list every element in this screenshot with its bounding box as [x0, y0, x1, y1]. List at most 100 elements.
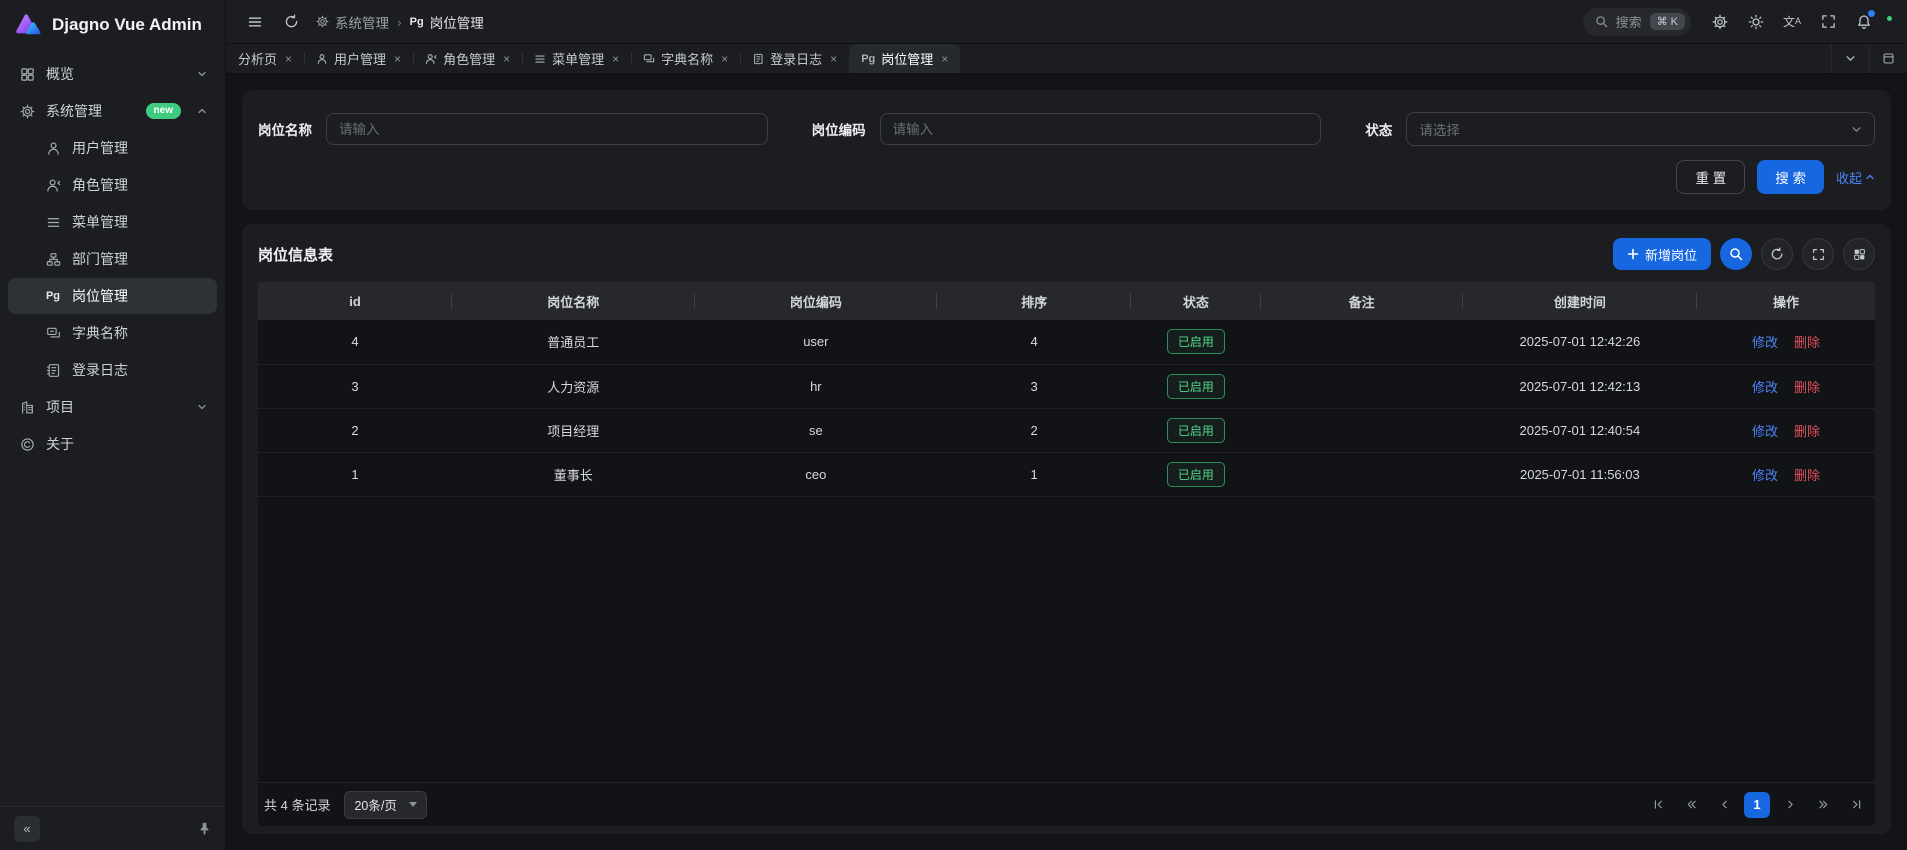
theme-light-icon[interactable] — [1741, 7, 1771, 37]
sidebar-item-departments[interactable]: 部门管理 — [8, 241, 217, 277]
logo-row[interactable]: Djagno Vue Admin — [0, 0, 225, 50]
refresh-icon[interactable] — [276, 7, 306, 37]
last-page-button[interactable] — [1843, 792, 1869, 818]
maximize-content-icon[interactable] — [1869, 44, 1907, 73]
toggle-search-button[interactable] — [1720, 238, 1752, 270]
status-select[interactable]: 请选择 — [1406, 112, 1875, 146]
position-code-input[interactable] — [880, 113, 1322, 145]
cell-code: user — [695, 320, 938, 364]
previous-page-button[interactable] — [1711, 792, 1737, 818]
menu-icon — [44, 215, 62, 230]
delete-link[interactable]: 删除 — [1794, 424, 1820, 439]
filter-form: 岗位名称 岗位编码 状态 请选择 — [258, 112, 1875, 146]
columns-icon — [1853, 248, 1866, 261]
tab-analysis[interactable]: 分析页 × — [226, 44, 304, 73]
sidebar-item-users[interactable]: 用户管理 — [8, 130, 217, 166]
records-total: 共 4 条记录 — [264, 795, 330, 814]
table-zone: id 岗位名称 岗位编码 排序 状态 备注 创建时间 操作 — [258, 282, 1875, 826]
sidebar-nav: 概览 系统管理 new — [0, 50, 225, 806]
forward-5-pages-button[interactable] — [1810, 792, 1836, 818]
add-position-button[interactable]: 新增岗位 — [1613, 238, 1711, 270]
column-settings-button[interactable] — [1843, 238, 1875, 270]
sidebar-item-system[interactable]: 系统管理 new — [8, 93, 217, 129]
expand-table-button[interactable] — [1802, 238, 1834, 270]
dept-icon — [44, 252, 62, 267]
close-icon[interactable]: × — [941, 52, 948, 66]
col-name: 岗位名称 — [452, 282, 695, 320]
search-shortcut: ⌘ K — [1650, 13, 1685, 30]
edit-link[interactable]: 修改 — [1752, 424, 1778, 439]
first-page-button[interactable] — [1645, 792, 1671, 818]
sidebar-item-about[interactable]: 关于 — [8, 426, 217, 462]
delete-link[interactable]: 删除 — [1794, 380, 1820, 395]
delete-link[interactable]: 删除 — [1794, 335, 1820, 350]
dict-icon — [44, 326, 62, 341]
reset-button[interactable]: 重 置 — [1676, 160, 1745, 194]
tab-menus[interactable]: 菜单管理 × — [522, 44, 631, 73]
edit-link[interactable]: 修改 — [1752, 468, 1778, 483]
table-toolbar: 新增岗位 — [1613, 238, 1875, 270]
search-button[interactable]: 搜 索 — [1757, 160, 1824, 194]
pin-icon[interactable] — [198, 822, 211, 835]
dict-icon — [643, 53, 655, 65]
filter-field-name: 岗位名称 — [258, 112, 768, 146]
current-page-button[interactable]: 1 — [1744, 792, 1770, 818]
cell-sort: 4 — [937, 320, 1131, 364]
table-row[interactable]: 3 人力资源 hr 3 已启用 2025-07-01 12:42:13 修改删除 — [258, 364, 1875, 408]
edit-link[interactable]: 修改 — [1752, 335, 1778, 350]
positions-table: id 岗位名称 岗位编码 排序 状态 备注 创建时间 操作 — [258, 282, 1875, 497]
app-logo-icon — [16, 12, 42, 38]
sidebar-item-menus[interactable]: 菜单管理 — [8, 204, 217, 240]
edit-link[interactable]: 修改 — [1752, 380, 1778, 395]
sidebar-item-label: 登录日志 — [72, 360, 128, 380]
language-icon[interactable]: 文A — [1777, 7, 1807, 37]
tab-roles[interactable]: 角色管理 × — [413, 44, 522, 73]
back-5-pages-button[interactable] — [1678, 792, 1704, 818]
table-row[interactable]: 1 董事长 ceo 1 已启用 2025-07-01 11:56:03 修改删除 — [258, 452, 1875, 496]
close-icon[interactable]: × — [285, 52, 292, 66]
close-icon[interactable]: × — [503, 52, 510, 66]
tabbar: 分析页 × 用户管理 × 角色管理 × — [226, 44, 1907, 74]
sidebar-item-label: 项目 — [46, 397, 74, 417]
chevron-down-icon — [409, 802, 417, 807]
pg-icon: Pg — [44, 290, 62, 302]
breadcrumb-section[interactable]: 系统管理 — [316, 12, 389, 32]
tab-login-logs[interactable]: 登录日志 × — [740, 44, 849, 73]
breadcrumb-separator: › — [397, 14, 402, 30]
sidebar-collapse-button[interactable]: « — [14, 816, 40, 842]
tab-dictionary[interactable]: 字典名称 × — [631, 44, 740, 73]
sidebar-item-overview[interactable]: 概览 — [8, 56, 217, 92]
sidebar-item-login-logs[interactable]: 登录日志 — [8, 352, 217, 388]
tab-positions[interactable]: Pg 岗位管理 × — [849, 44, 960, 73]
log-icon — [44, 363, 62, 378]
settings-icon[interactable] — [1705, 7, 1735, 37]
fullscreen-icon[interactable] — [1813, 7, 1843, 37]
delete-link[interactable]: 删除 — [1794, 468, 1820, 483]
pg-icon: Pg — [410, 16, 424, 28]
filter-card: 岗位名称 岗位编码 状态 请选择 — [242, 90, 1891, 210]
close-icon[interactable]: × — [612, 52, 619, 66]
app-title: Djagno Vue Admin — [52, 15, 202, 35]
sidebar-item-projects[interactable]: 项目 — [8, 389, 217, 425]
sidebar-item-positions[interactable]: Pg 岗位管理 — [8, 278, 217, 314]
tabs-dropdown-chevron-icon[interactable] — [1831, 44, 1869, 73]
sidebar-item-roles[interactable]: 角色管理 — [8, 167, 217, 203]
close-icon[interactable]: × — [721, 52, 728, 66]
breadcrumb: 系统管理 › Pg 岗位管理 — [316, 12, 484, 32]
table-row[interactable]: 2 项目经理 se 2 已启用 2025-07-01 12:40:54 修改删除 — [258, 408, 1875, 452]
close-icon[interactable]: × — [394, 52, 401, 66]
hamburger-icon[interactable] — [240, 7, 270, 37]
global-search[interactable]: 搜索 ⌘ K — [1583, 8, 1691, 36]
tab-users[interactable]: 用户管理 × — [304, 44, 413, 73]
page-size-select[interactable]: 20条/页 — [344, 791, 426, 819]
next-page-button[interactable] — [1777, 792, 1803, 818]
position-name-input[interactable] — [326, 113, 768, 145]
notifications-icon[interactable] — [1849, 7, 1879, 37]
collapse-filter-link[interactable]: 收起 — [1836, 168, 1875, 187]
table-row[interactable]: 4 普通员工 user 4 已启用 2025-07-01 12:42:26 修改… — [258, 320, 1875, 364]
cell-status: 已启用 — [1131, 364, 1260, 408]
refresh-table-button[interactable] — [1761, 238, 1793, 270]
role-icon — [425, 53, 437, 65]
sidebar-item-dictionary[interactable]: 字典名称 — [8, 315, 217, 351]
close-icon[interactable]: × — [830, 52, 837, 66]
